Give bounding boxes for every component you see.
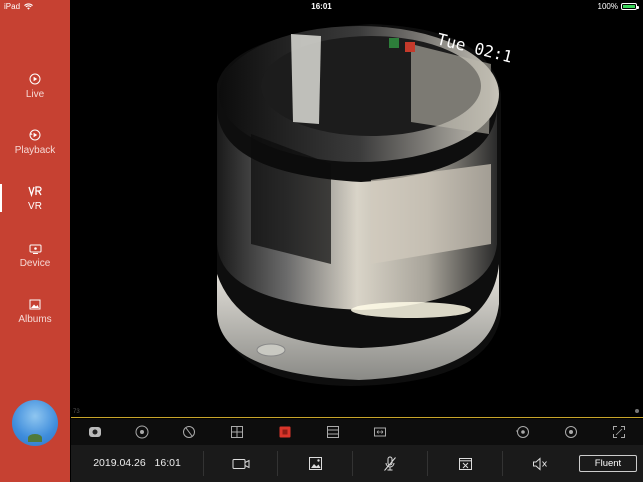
stream-quality-button[interactable]: Fluent	[579, 455, 637, 472]
ptz-camera-button[interactable]	[87, 424, 103, 440]
expand-horizontal-button[interactable]	[372, 424, 388, 440]
playback-date: 2019.04.26	[93, 457, 146, 469]
bottom-bar: 2019.04.26 16:01 Fluent	[71, 445, 643, 482]
battery-icon	[621, 3, 639, 10]
record-icon-active	[279, 426, 291, 438]
battery-percent: 100%	[597, 2, 618, 11]
fisheye-view-icon	[135, 425, 149, 439]
mute-icon	[533, 456, 547, 471]
close-window-button[interactable]	[428, 445, 502, 482]
playback-datetime: 2019.04.26 16:01	[71, 445, 203, 482]
expand-horizontal-icon	[374, 427, 386, 437]
record-button[interactable]	[277, 424, 293, 440]
quad-view-button[interactable]	[229, 424, 245, 440]
sidebar-item-label: Playback	[14, 145, 56, 156]
close-window-icon	[458, 457, 472, 470]
panorama-view-button[interactable]	[325, 424, 341, 440]
sidebar-item-playback[interactable]: Playback	[0, 118, 70, 166]
sidebar-item-albums[interactable]: Albums	[0, 287, 70, 335]
vr-icon	[28, 184, 42, 198]
status-bar: iPad 16:01 100%	[0, 0, 643, 14]
panorama-view-icon	[327, 426, 339, 438]
avatar[interactable]	[12, 400, 58, 446]
microphone-toggle-button[interactable]	[353, 445, 427, 482]
corner-number: 73	[73, 409, 80, 415]
fisheye-cylinder-image: Tue 02:1	[217, 24, 514, 386]
record-video-icon	[232, 458, 249, 469]
sidebar-item-vr[interactable]: VR	[0, 174, 70, 222]
device-icon	[28, 241, 42, 255]
quad-view-icon	[231, 426, 243, 438]
rotate-view-icon	[183, 426, 195, 438]
cylinder-view-icon	[516, 426, 529, 438]
mic-off-icon	[384, 456, 396, 471]
sidebar-item-label: Device	[19, 258, 51, 269]
fisheye-view-button[interactable]	[134, 424, 150, 440]
cylinder-view-button[interactable]	[515, 424, 531, 440]
sidebar: Live Playback VR Device Albums	[0, 0, 70, 482]
sidebar-item-label: Live	[25, 89, 45, 100]
live-icon	[28, 72, 42, 86]
snapshot-button[interactable]	[278, 445, 352, 482]
fullscreen-button[interactable]	[611, 424, 627, 440]
sidebar-item-label: Albums	[18, 314, 52, 325]
view-mode-toolbar	[71, 419, 643, 445]
circle-view-button[interactable]	[563, 424, 579, 440]
fullscreen-icon	[613, 426, 625, 438]
playback-time: 16:01	[154, 457, 181, 469]
albums-icon	[28, 297, 42, 311]
scroll-indicator	[635, 409, 639, 413]
playback-icon	[28, 128, 42, 142]
record-video-button[interactable]	[204, 445, 277, 482]
ptz-camera-icon	[89, 427, 101, 437]
vr-video-view[interactable]: Tue 02:1 73	[71, 14, 643, 418]
snapshot-icon	[308, 457, 322, 470]
status-time: 16:01	[311, 2, 332, 11]
rotate-view-button[interactable]	[181, 424, 197, 440]
circle-view-icon	[565, 426, 577, 438]
sidebar-item-live[interactable]: Live	[0, 62, 70, 110]
mute-button[interactable]	[503, 445, 577, 482]
sidebar-item-label: VR	[28, 201, 42, 212]
sidebar-item-device[interactable]: Device	[0, 231, 70, 279]
